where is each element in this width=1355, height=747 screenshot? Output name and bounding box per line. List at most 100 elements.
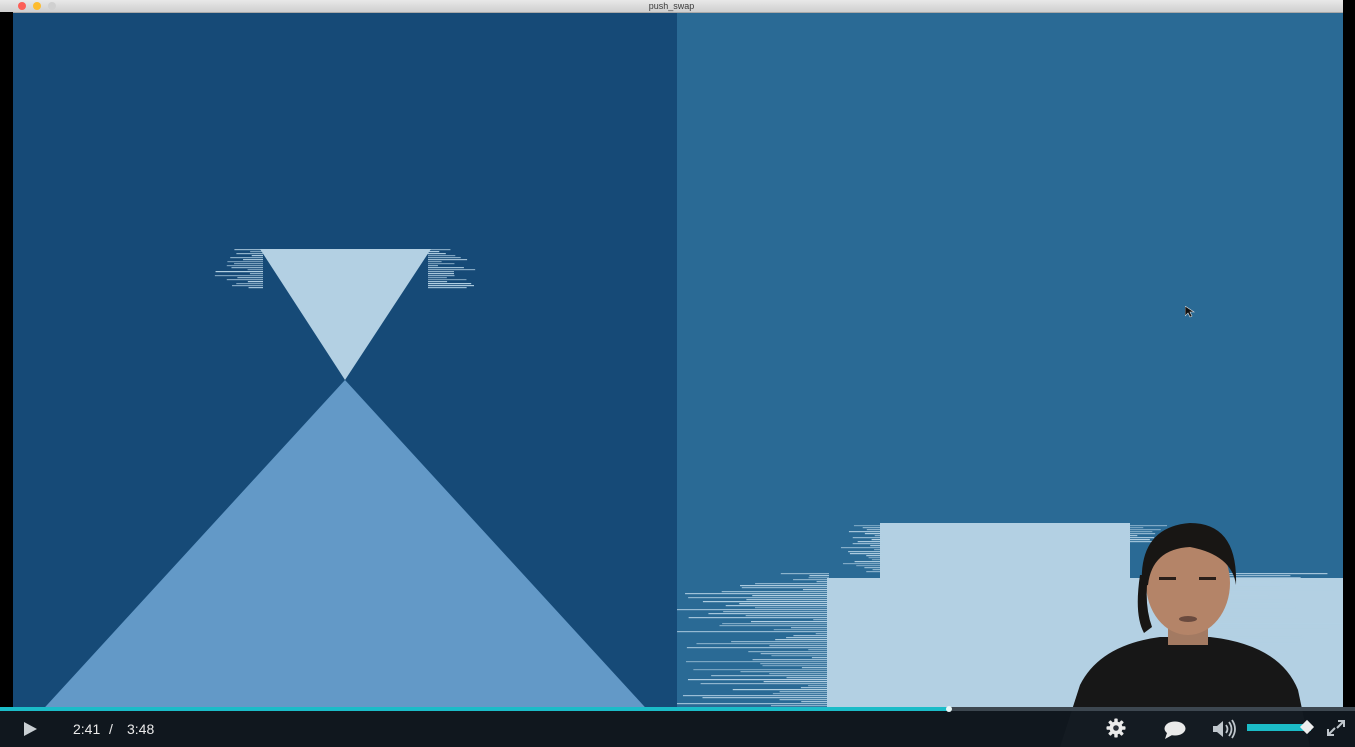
streak-line bbox=[773, 629, 829, 631]
streak-line bbox=[755, 583, 829, 585]
streak-line bbox=[852, 537, 883, 539]
streak-line bbox=[813, 619, 829, 621]
streak-line bbox=[790, 627, 829, 629]
streak-line bbox=[772, 693, 829, 695]
streak-line bbox=[775, 639, 829, 641]
streak-line bbox=[857, 541, 883, 543]
streak-line bbox=[848, 551, 883, 553]
streak-line bbox=[854, 561, 883, 563]
streak-line bbox=[762, 665, 829, 667]
presenter-right-eye bbox=[1199, 577, 1216, 580]
streak-line bbox=[760, 663, 829, 665]
captions-button[interactable] bbox=[1163, 720, 1187, 745]
streak-line bbox=[428, 259, 468, 261]
streak-line bbox=[864, 533, 883, 535]
streak-line bbox=[688, 597, 829, 599]
streak-line bbox=[786, 677, 829, 679]
window-titlebar: push_swap bbox=[0, 0, 1343, 13]
streak-line bbox=[677, 631, 829, 633]
streak-line bbox=[771, 655, 829, 657]
streak-line bbox=[746, 599, 829, 601]
streak-line bbox=[702, 601, 829, 603]
streak-line bbox=[226, 265, 263, 267]
streak-line bbox=[760, 653, 829, 655]
streak-line bbox=[849, 553, 883, 555]
streak-line bbox=[808, 649, 829, 651]
streak-line bbox=[864, 567, 883, 569]
streak-line bbox=[874, 549, 883, 551]
streak-line bbox=[677, 609, 829, 611]
streak-line bbox=[740, 671, 829, 673]
streak-line bbox=[250, 251, 263, 253]
streak-line bbox=[428, 281, 448, 283]
time-separator: / bbox=[109, 721, 113, 737]
streak-line bbox=[786, 637, 829, 639]
seek-bar-handle[interactable] bbox=[945, 706, 952, 712]
streak-line bbox=[234, 249, 263, 251]
window-title: push_swap bbox=[648, 1, 695, 11]
streak-line bbox=[721, 591, 829, 593]
streak-line bbox=[428, 269, 476, 271]
streak-line bbox=[247, 269, 263, 271]
streak-line bbox=[428, 271, 454, 273]
streak-line bbox=[853, 525, 883, 527]
expand-icon bbox=[1327, 720, 1345, 736]
streak-line bbox=[779, 699, 829, 701]
streak-line bbox=[763, 681, 829, 683]
streak-line bbox=[731, 641, 829, 643]
streak-line bbox=[247, 281, 263, 283]
stack-a-visualization bbox=[42, 249, 648, 710]
volume-slider-handle[interactable] bbox=[1299, 719, 1315, 735]
fullscreen-button[interactable] bbox=[1325, 718, 1347, 743]
stack-a-upper-triangle bbox=[260, 249, 431, 380]
streak-line bbox=[234, 263, 263, 265]
streak-line bbox=[868, 557, 883, 559]
play-icon bbox=[24, 722, 37, 736]
streak-line bbox=[740, 585, 829, 587]
speech-bubble-icon bbox=[1164, 721, 1186, 739]
streak-line bbox=[856, 565, 883, 567]
stack-a-lower-triangle bbox=[42, 380, 648, 710]
streak-line bbox=[711, 675, 829, 677]
streak-line bbox=[251, 255, 263, 257]
streak-line bbox=[725, 605, 829, 607]
streak-line bbox=[719, 625, 829, 627]
streak-line bbox=[750, 621, 829, 623]
streak-line bbox=[214, 275, 263, 277]
streak-line bbox=[815, 633, 829, 635]
streak-line bbox=[685, 593, 829, 595]
streak-line bbox=[230, 257, 263, 259]
presenter-left-eye bbox=[1159, 577, 1176, 580]
presenter-mouth bbox=[1179, 616, 1197, 622]
stack-a-panel bbox=[13, 13, 677, 710]
streak-line bbox=[800, 687, 829, 689]
streak-line bbox=[236, 283, 263, 285]
settings-button[interactable] bbox=[1106, 718, 1126, 743]
streak-line bbox=[232, 285, 263, 287]
streak-line bbox=[723, 611, 829, 613]
streak-line bbox=[682, 695, 829, 697]
streak-line bbox=[428, 279, 467, 281]
streak-line bbox=[739, 603, 829, 605]
seek-bar[interactable] bbox=[0, 706, 1355, 712]
play-button[interactable] bbox=[22, 721, 38, 742]
streak-line bbox=[779, 691, 829, 693]
streak-line bbox=[722, 623, 829, 625]
volume-button[interactable] bbox=[1212, 719, 1238, 744]
gear-icon bbox=[1106, 718, 1126, 738]
streak-line bbox=[428, 265, 438, 267]
speaker-icon bbox=[1213, 719, 1236, 739]
streak-line bbox=[677, 703, 829, 705]
streak-line bbox=[428, 267, 464, 269]
streak-line bbox=[870, 545, 883, 547]
streak-line bbox=[862, 527, 883, 529]
streak-line bbox=[685, 661, 829, 663]
streak-line bbox=[848, 531, 883, 533]
streak-line bbox=[428, 263, 455, 265]
streak-line bbox=[428, 287, 467, 289]
streak-line bbox=[702, 697, 829, 699]
current-time: 2:41 bbox=[73, 721, 101, 737]
streak-line bbox=[428, 277, 447, 279]
streak-line bbox=[793, 635, 829, 637]
streak-line bbox=[428, 255, 456, 257]
